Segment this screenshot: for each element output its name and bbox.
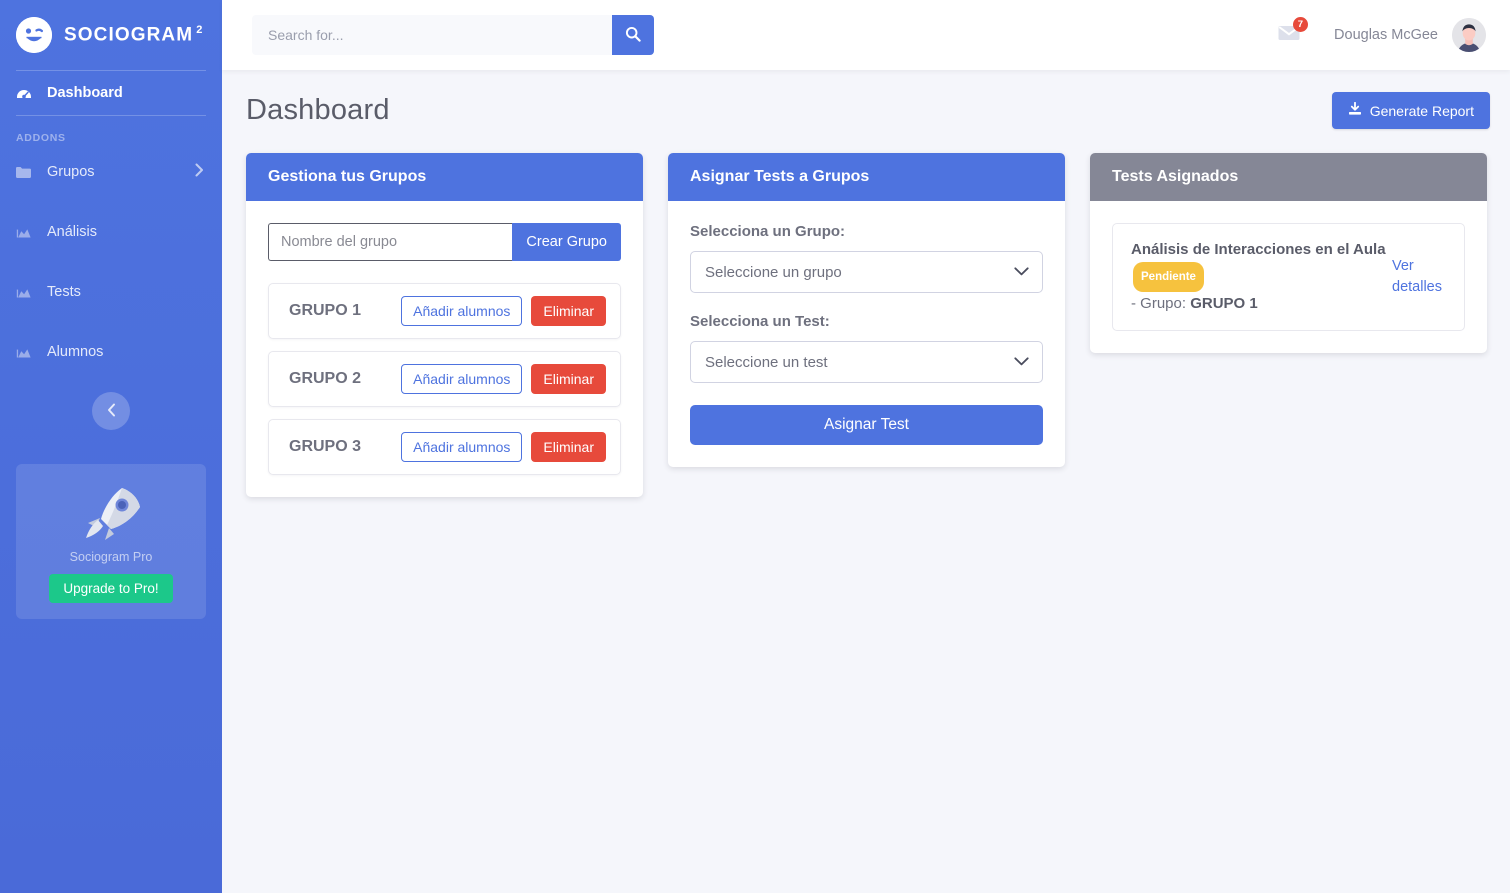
table-row: GRUPO 1 Añadir alumnos Eliminar — [268, 283, 621, 339]
create-group-row: Crear Grupo — [268, 223, 621, 261]
upgrade-to-pro-button[interactable]: Upgrade to Pro! — [49, 574, 173, 603]
chart-area-icon — [16, 286, 38, 299]
generate-report-label: Generate Report — [1369, 102, 1474, 119]
assigned-group-name: GRUPO 1 — [1190, 295, 1258, 312]
rocket-icon — [28, 484, 194, 542]
generate-report-button[interactable]: Generate Report — [1331, 92, 1490, 129]
sidebar-pro-card: Sociogram Pro Upgrade to Pro! — [16, 464, 206, 619]
avatar[interactable] — [1452, 18, 1486, 52]
search-input[interactable] — [252, 15, 612, 55]
view-details-link[interactable]: Ver detalles — [1392, 256, 1446, 298]
assigned-test-name: Análisis de Interacciones en el Aula — [1131, 241, 1386, 258]
group-name-label: GRUPO 2 — [289, 370, 362, 387]
folder-icon — [16, 166, 38, 179]
card-manage-groups-header: Gestiona tus Grupos — [246, 153, 643, 201]
sidebar-section-addons: ADDONS — [16, 132, 66, 144]
sidebar-collapse-wrap — [0, 392, 222, 430]
page-header: Dashboard Generate Report — [246, 92, 1490, 129]
messages-button[interactable]: 7 — [1262, 16, 1316, 46]
sidebar-item-grupos-label: Grupos — [47, 164, 95, 180]
user-name-label: Douglas McGee — [1334, 27, 1438, 43]
dashboard-cards-row: Gestiona tus Grupos Crear Grupo GRUPO 1 … — [246, 153, 1490, 497]
chevron-left-icon — [107, 403, 116, 420]
search-box — [252, 15, 654, 55]
add-students-button[interactable]: Añadir alumnos — [401, 364, 523, 394]
brand-name: SOCIOGRAM 2 — [64, 24, 203, 46]
sidebar-item-tests[interactable]: Tests — [0, 270, 222, 314]
card-assigned-tests-body: Análisis de Interacciones en el Aula Pend… — [1090, 201, 1487, 353]
card-assign-tests-header: Asignar Tests a Grupos — [668, 153, 1065, 201]
topbar: 7 Douglas McGee — [222, 0, 1510, 70]
group-name-label: GRUPO 3 — [289, 438, 362, 455]
download-icon — [1348, 101, 1362, 119]
nav-spacer-3 — [0, 314, 222, 330]
pro-card-title: Sociogram Pro — [69, 550, 153, 564]
sidebar-item-tests-label: Tests — [47, 284, 81, 300]
page-title: Dashboard — [246, 94, 390, 126]
card-manage-groups: Gestiona tus Grupos Crear Grupo GRUPO 1 … — [246, 153, 643, 497]
card-assign-tests-body: Selecciona un Grupo: Seleccione un grupo… — [668, 201, 1065, 467]
select-group-value: Seleccione un grupo — [705, 263, 842, 281]
brand[interactable]: SOCIOGRAM 2 — [0, 0, 222, 70]
select-test-label: Selecciona un Test: — [690, 313, 830, 330]
delete-group-button[interactable]: Eliminar — [531, 364, 606, 394]
list-item: Análisis de Interacciones en el Aula Pend… — [1112, 223, 1465, 331]
table-row: GRUPO 2 Añadir alumnos Eliminar — [268, 351, 621, 407]
add-students-button[interactable]: Añadir alumnos — [401, 432, 523, 462]
card-assigned-tests-header: Tests Asignados — [1090, 153, 1487, 201]
sidebar-item-alumnos-label: Alumnos — [47, 344, 104, 360]
sidebar-item-grupos[interactable]: Grupos — [0, 150, 222, 194]
assign-test-button[interactable]: Asignar Test — [690, 405, 1043, 445]
nav-spacer-1 — [0, 194, 222, 210]
chart-area-icon — [16, 346, 38, 359]
main-area: 7 Douglas McGee Dashboard — [222, 0, 1510, 893]
sidebar-item-dashboard[interactable]: Dashboard — [0, 71, 222, 115]
content-area: Dashboard Generate Report Gestiona tus G… — [222, 70, 1510, 893]
sidebar-item-dashboard-label: Dashboard — [47, 85, 123, 101]
app-root: SOCIOGRAM 2 Dashboard ADDONS Grupos Anál… — [0, 0, 1510, 893]
chevron-right-icon — [195, 163, 204, 181]
winking-face-icon — [16, 17, 52, 53]
select-test-dropdown[interactable]: Seleccione un test — [690, 341, 1043, 383]
table-row: GRUPO 3 Añadir alumnos Eliminar — [268, 419, 621, 475]
sidebar-item-analisis-label: Análisis — [47, 224, 97, 240]
card-manage-groups-body: Crear Grupo GRUPO 1 Añadir alumnos Elimi… — [246, 201, 643, 497]
create-group-button[interactable]: Crear Grupo — [512, 223, 621, 261]
select-group-label: Selecciona un Grupo: — [690, 223, 846, 240]
delete-group-button[interactable]: Eliminar — [531, 296, 606, 326]
topbar-right: 7 Douglas McGee — [1262, 16, 1486, 52]
search-button[interactable] — [612, 15, 654, 55]
select-test-value: Seleccione un test — [705, 353, 828, 371]
add-students-button[interactable]: Añadir alumnos — [401, 296, 523, 326]
sidebar: SOCIOGRAM 2 Dashboard ADDONS Grupos Anál… — [0, 0, 222, 893]
nav-spacer-2 — [0, 254, 222, 270]
delete-group-button[interactable]: Eliminar — [531, 432, 606, 462]
select-group-wrap: Seleccione un grupo — [690, 251, 1043, 293]
group-name-label: GRUPO 1 — [289, 302, 362, 319]
assigned-group-prefix: - Grupo: — [1131, 295, 1187, 312]
sidebar-item-alumnos[interactable]: Alumnos — [0, 330, 222, 374]
status-badge: Pendiente — [1133, 262, 1204, 292]
tachometer-icon — [16, 85, 38, 101]
sidebar-toggle-button[interactable] — [92, 392, 130, 430]
card-assign-tests: Asignar Tests a Grupos Selecciona un Gru… — [668, 153, 1065, 467]
select-group-dropdown[interactable]: Seleccione un grupo — [690, 251, 1043, 293]
chart-area-icon — [16, 226, 38, 239]
brand-superscript: 2 — [196, 23, 204, 36]
card-assigned-tests: Tests Asignados Análisis de Interaccione… — [1090, 153, 1487, 353]
search-icon — [625, 26, 641, 45]
group-name-input[interactable] — [268, 223, 513, 261]
assigned-test-text: Análisis de Interacciones en el Aula Pend… — [1131, 238, 1386, 316]
sidebar-item-analisis[interactable]: Análisis — [0, 210, 222, 254]
select-test-wrap: Seleccione un test — [690, 341, 1043, 383]
messages-badge: 7 — [1292, 16, 1309, 32]
brand-label: SOCIOGRAM — [64, 24, 194, 46]
